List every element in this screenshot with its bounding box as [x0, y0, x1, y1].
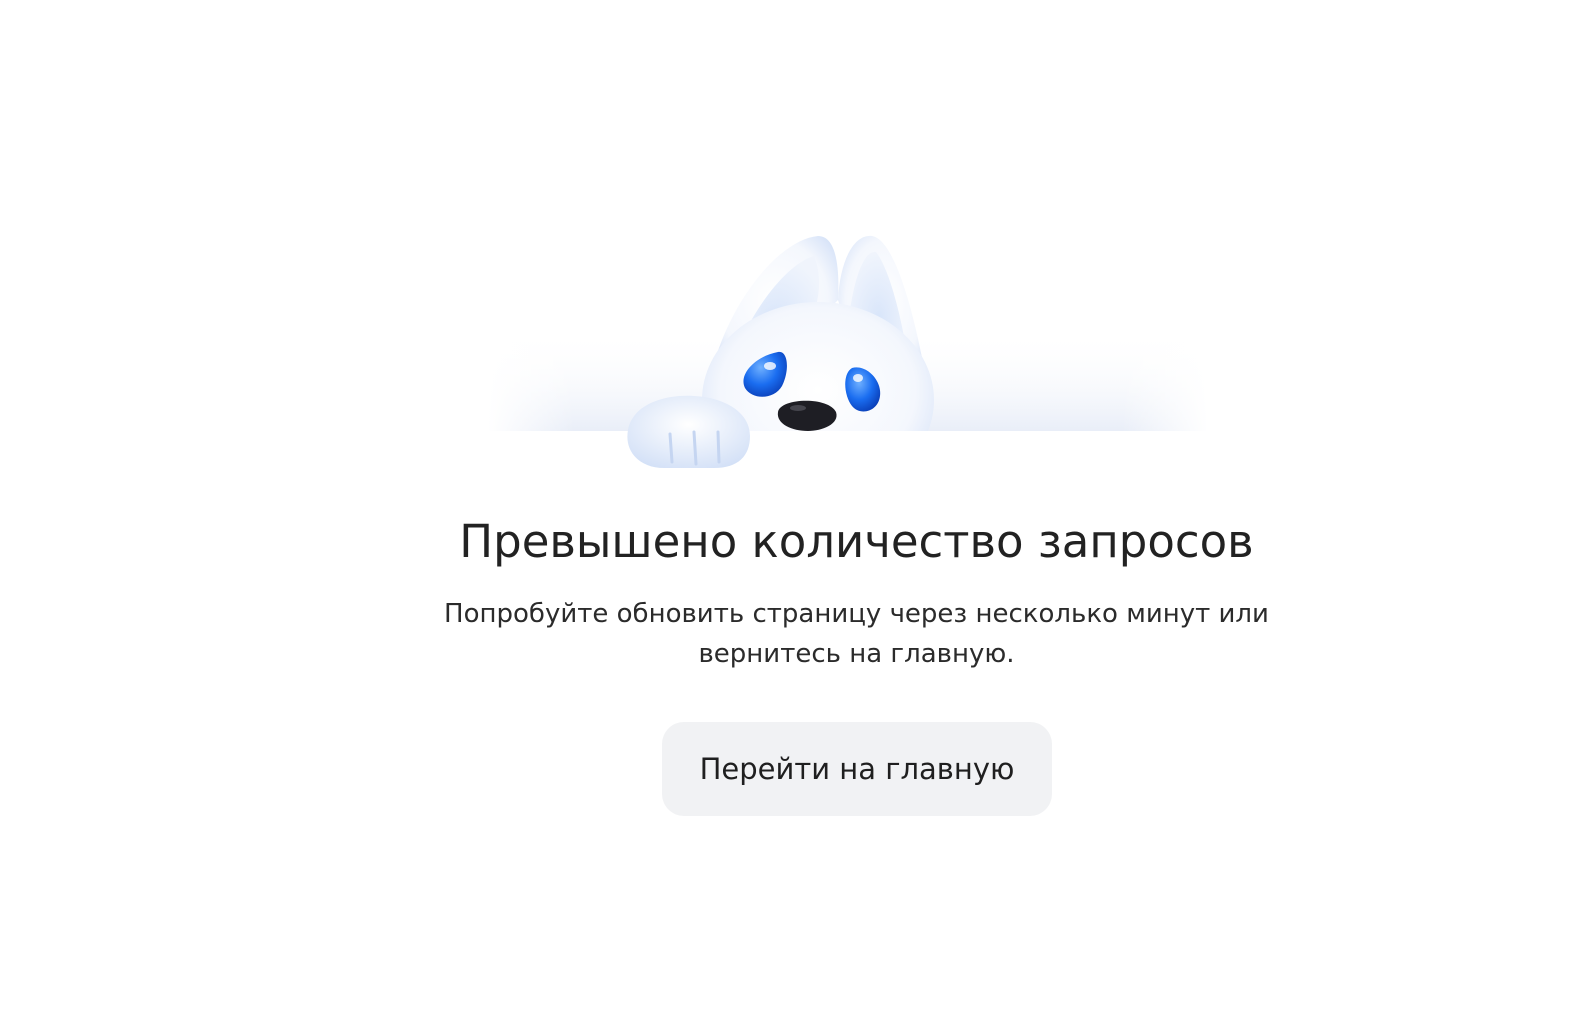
error-message-line-1: Попробуйте обновить страницу через неско…	[444, 599, 1269, 629]
error-message-line-2: вернитесь на главную.	[698, 639, 1015, 669]
rate-limit-error-page: Превышено количество запросов Попробуйте…	[0, 0, 1581, 1013]
go-home-button[interactable]: Перейти на главную	[662, 722, 1052, 816]
page-title: Превышено количество запросов	[459, 515, 1254, 568]
sad-dog-mascot-illustration	[488, 235, 1208, 468]
error-message: Попробуйте обновить страницу через неско…	[0, 594, 1581, 674]
